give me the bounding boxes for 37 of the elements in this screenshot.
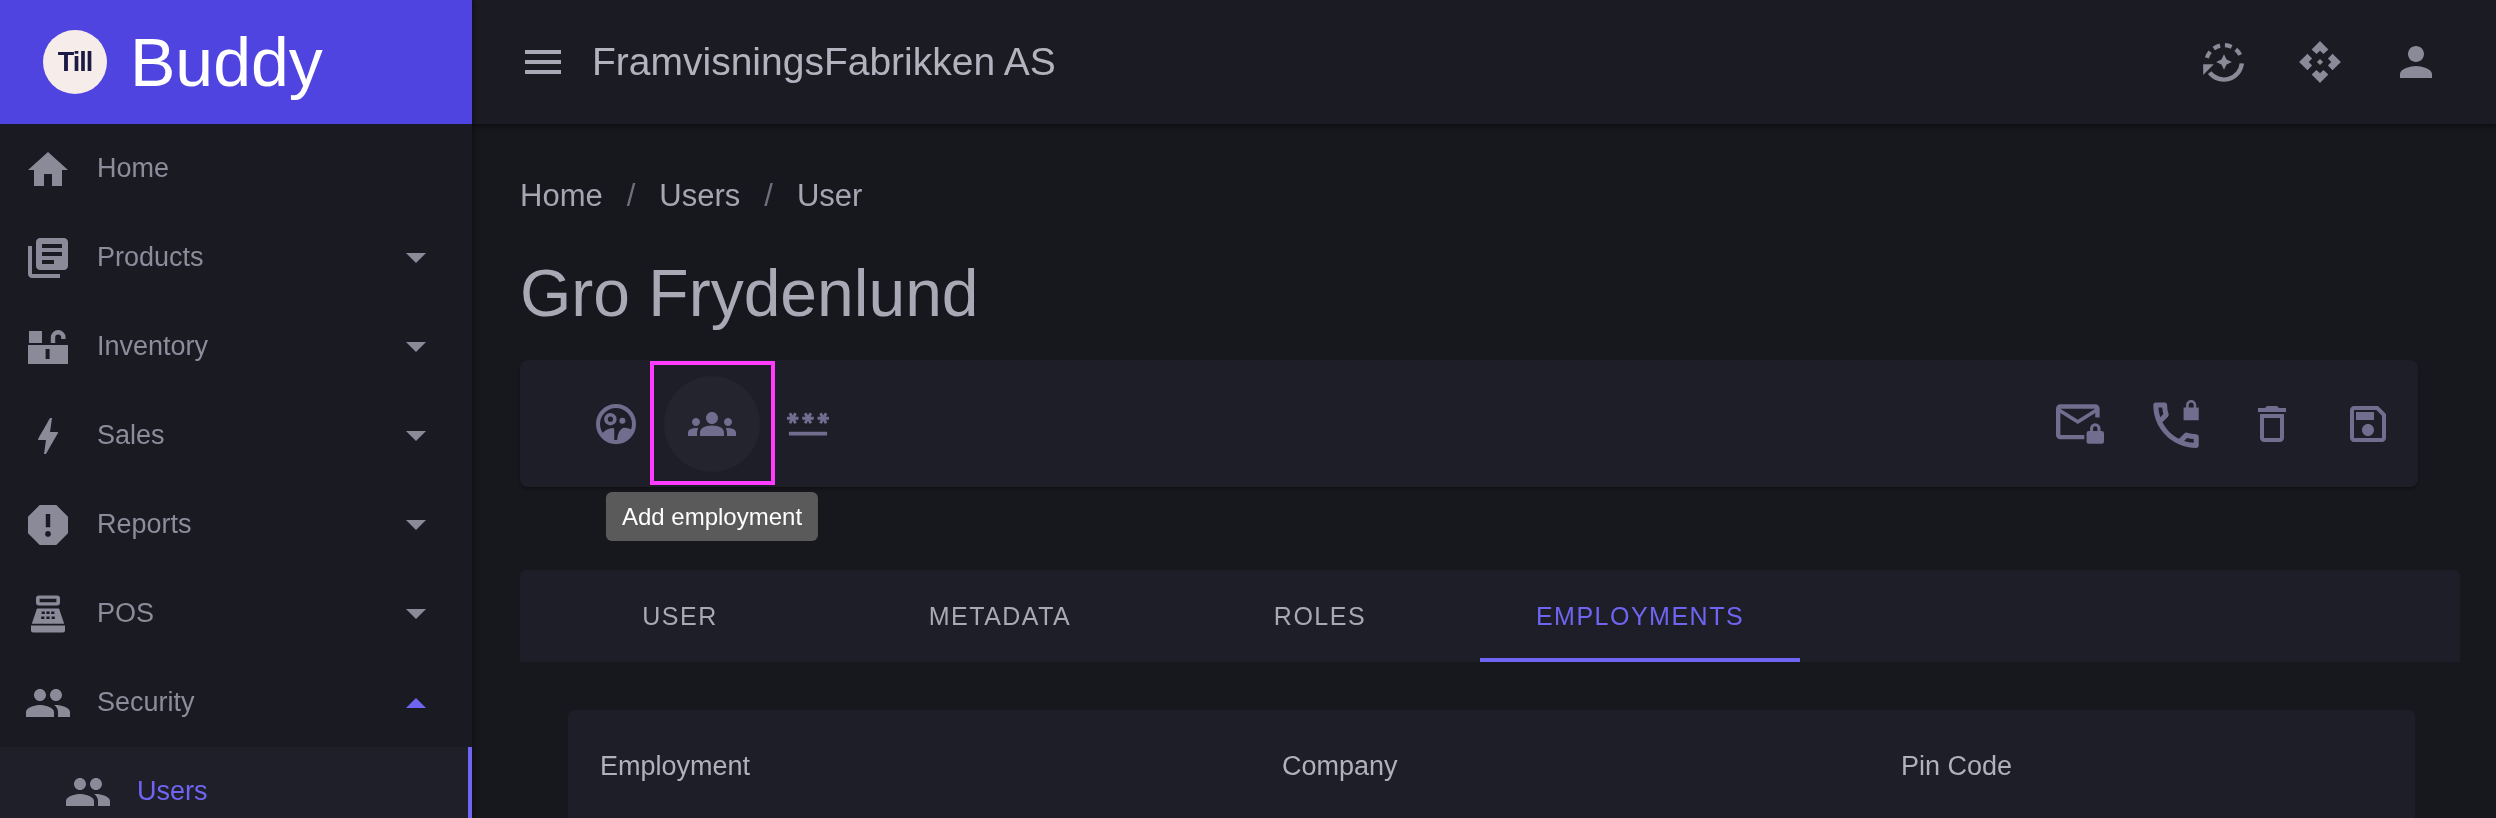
tab[interactable]: METADATA	[840, 570, 1160, 662]
brand-name: Buddy	[130, 23, 323, 102]
page-title: Gro Frydenlund	[520, 255, 980, 332]
sidebar-item[interactable]: Inventory	[0, 302, 472, 391]
breadcrumb-link[interactable]: Home	[520, 176, 603, 216]
sidebar-item[interactable]: Security	[0, 658, 472, 747]
password-icon	[787, 411, 829, 436]
sidebar-item[interactable]: Products	[0, 213, 472, 302]
tab[interactable]: ROLES	[1160, 570, 1480, 662]
breadcrumb-current: User	[796, 177, 863, 215]
tab[interactable]: USER	[520, 570, 840, 662]
books-icon	[28, 237, 68, 278]
phone-lock-icon	[2152, 399, 2200, 448]
sidebar-item[interactable]: POS	[0, 569, 472, 658]
account-icon	[2400, 46, 2432, 78]
tab[interactable]: EMPLOYMENTS	[1480, 570, 1800, 662]
column-header: Company	[1282, 750, 1398, 782]
brand-logo: Till	[43, 30, 107, 94]
sparkle-refresh-icon	[2202, 40, 2246, 84]
sidebar-item[interactable]: Home	[0, 124, 472, 213]
column-header: Pin Code	[1901, 750, 2013, 782]
tooltip: Add employment	[605, 491, 819, 541]
cash-register-icon	[28, 593, 68, 634]
sidebar-item[interactable]: Reports	[0, 480, 472, 569]
people-icon	[66, 777, 110, 806]
breadcrumb-link[interactable]: Users	[659, 176, 741, 216]
sidebar-item[interactable]: Users	[0, 747, 472, 818]
face-icon	[596, 403, 636, 444]
sidebar-item[interactable]: Sales	[0, 391, 472, 480]
column-header: Employment	[600, 750, 751, 782]
diamond-grid-icon	[2298, 40, 2342, 84]
alert-octagon-icon	[28, 504, 68, 545]
menu-icon	[525, 50, 561, 74]
breadcrumb-separator: /	[625, 177, 637, 215]
breadcrumb-separator: /	[763, 177, 774, 215]
company-title: FramvisningsFabrikken AS	[592, 39, 1056, 85]
people-icon	[26, 688, 70, 717]
